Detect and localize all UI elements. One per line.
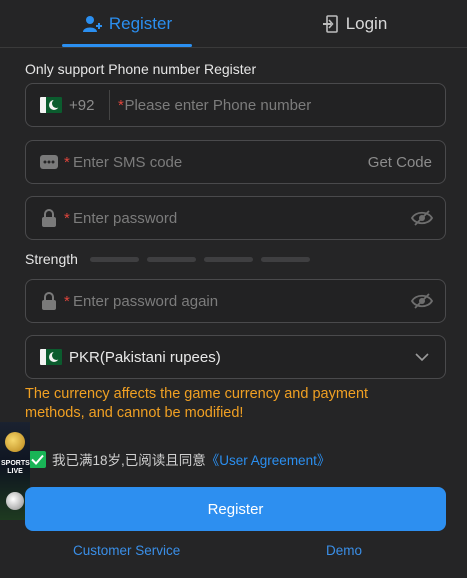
active-tab-indicator — [62, 44, 192, 47]
tab-login-label: Login — [345, 13, 388, 33]
strength-segment — [89, 256, 139, 262]
trophy-icon — [5, 432, 25, 452]
pakistan-flag-icon — [40, 349, 62, 365]
currency-select[interactable]: PKR(Pakistani rupees) — [25, 335, 446, 379]
required-mark: * — [64, 293, 70, 310]
support-note: Only support Phone number Register — [25, 61, 257, 77]
agreement-text: 我已满18岁,已阅读且同意 — [52, 453, 206, 468]
phone-field: +92 * — [25, 83, 446, 127]
password-field: * — [25, 196, 446, 240]
tab-login[interactable]: Login — [290, 0, 420, 47]
register-button[interactable]: Register — [25, 487, 446, 531]
required-mark: * — [118, 97, 124, 114]
get-code-button[interactable]: Get Code — [368, 154, 445, 171]
eye-off-icon[interactable] — [411, 210, 433, 226]
login-icon — [322, 14, 339, 33]
agreement-row: 我已满18岁,已阅读且同意 《User Agreement》 — [29, 449, 330, 469]
customer-service-link[interactable]: Customer Service — [73, 543, 180, 558]
password-input[interactable] — [64, 197, 411, 239]
strength-label: Strength — [25, 251, 78, 267]
message-icon — [40, 155, 58, 169]
currency-notice: The currency affects the game currency a… — [25, 386, 369, 421]
pakistan-flag-icon — [40, 97, 62, 113]
currency-selected: PKR(Pakistani rupees) — [69, 348, 221, 366]
confirm-password-field: * — [25, 279, 446, 323]
country-code[interactable]: +92 — [69, 97, 94, 114]
eye-off-icon[interactable] — [411, 293, 433, 309]
chevron-down-icon — [415, 352, 429, 362]
user-agreement-link[interactable]: 《User Agreement》 — [206, 449, 331, 469]
password-strength: Strength — [25, 250, 310, 268]
strength-segment — [203, 256, 253, 262]
sms-code-field: * Get Code — [25, 140, 446, 184]
agreement-checkbox[interactable] — [29, 450, 46, 468]
lock-icon — [40, 209, 58, 227]
demo-link[interactable]: Demo — [326, 543, 362, 558]
check-icon — [31, 454, 44, 465]
tab-register-label: Register — [108, 13, 173, 33]
confirm-password-input[interactable] — [64, 280, 411, 322]
strength-segment — [260, 256, 310, 262]
strength-segment — [146, 256, 196, 262]
auth-tabs: Register Login — [0, 0, 467, 48]
tab-register[interactable]: Register — [62, 0, 192, 47]
lock-icon — [40, 292, 58, 310]
required-mark: * — [64, 210, 70, 227]
phone-input[interactable] — [110, 84, 445, 126]
promo-text: SPORTS LIVE — [1, 460, 30, 475]
add-user-icon — [82, 15, 102, 33]
required-mark: * — [64, 154, 70, 171]
football-icon — [6, 492, 24, 510]
sms-code-input[interactable] — [64, 141, 368, 183]
